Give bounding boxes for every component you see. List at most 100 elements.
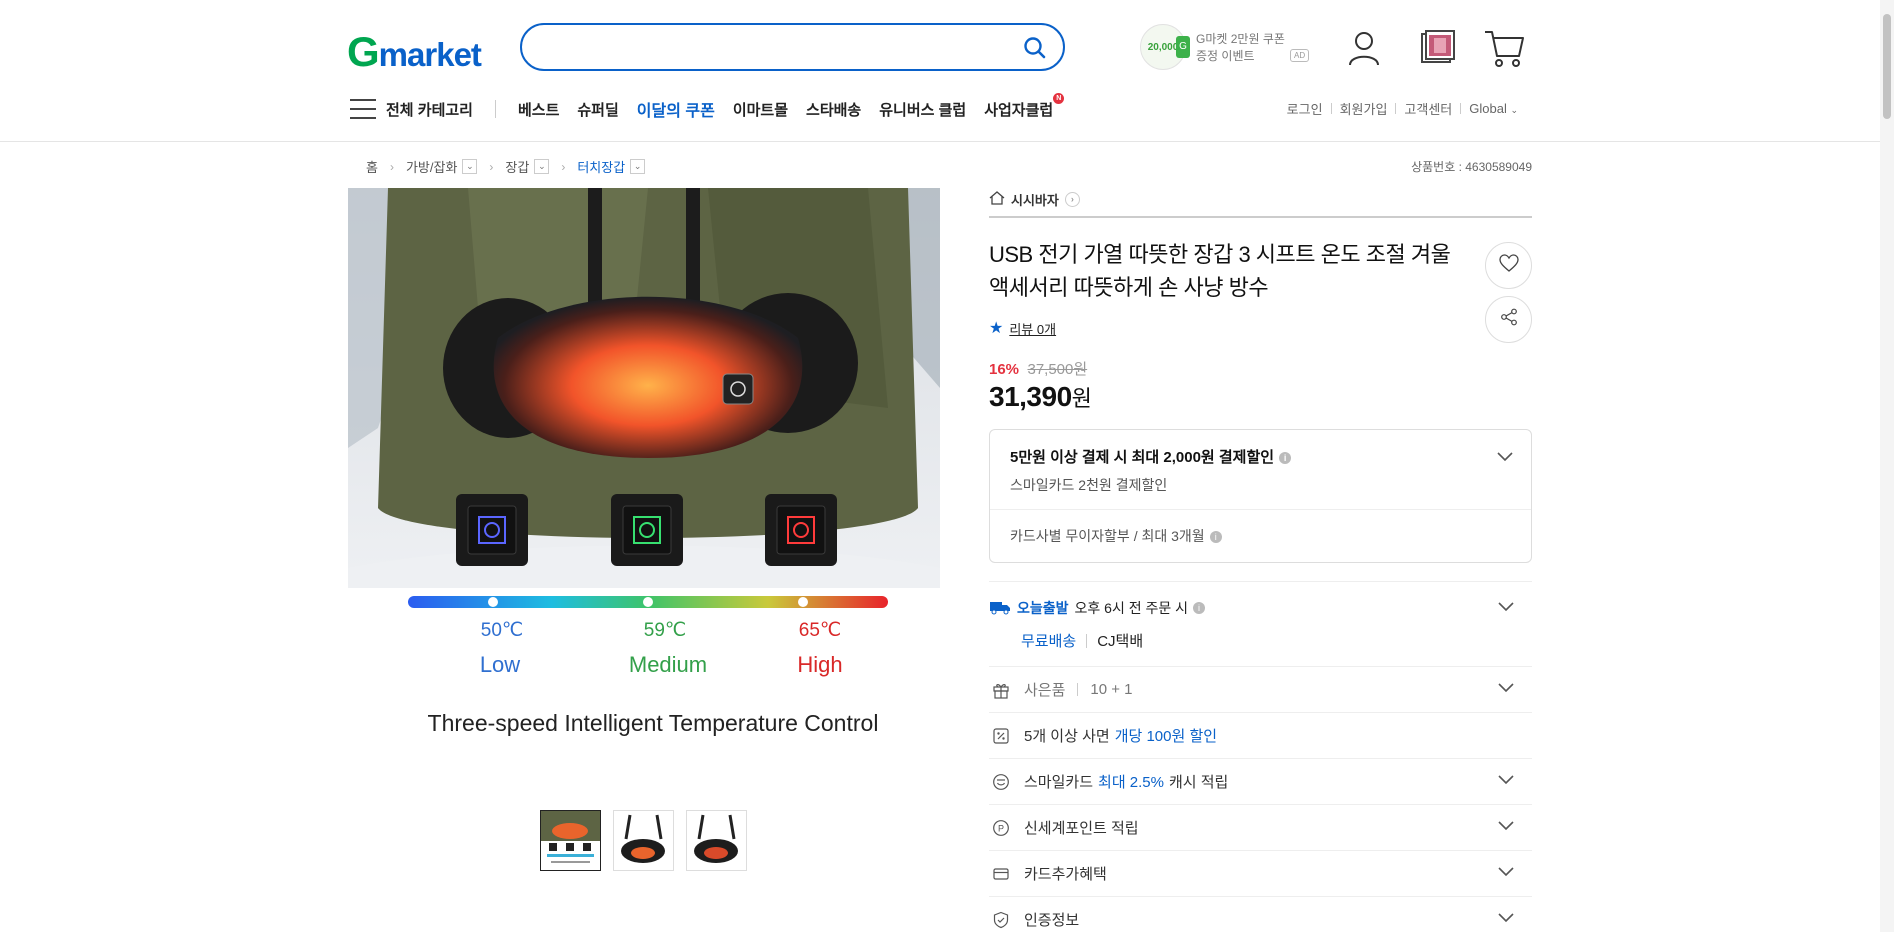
review-link[interactable]: 리뷰 0개 xyxy=(1009,319,1056,338)
nav-superdeal[interactable]: 슈퍼딜 xyxy=(577,99,618,120)
chevron-down-icon[interactable] xyxy=(1497,452,1513,466)
point-icon: P xyxy=(992,819,1010,837)
info-icon[interactable]: i xyxy=(1279,452,1292,464)
login-link[interactable]: 로그인 xyxy=(1287,99,1323,118)
promo-line2: 증정 이벤트 xyxy=(1196,49,1255,63)
chevron-right-icon: › xyxy=(561,159,566,174)
page-scrollbar[interactable] xyxy=(1880,0,1894,932)
sale-price: 31,390원 xyxy=(989,381,1532,413)
payment-discount-title: 5만원 이상 결제 시 최대 2,000원 결제할인 xyxy=(1010,449,1275,466)
signup-link[interactable]: 회원가입 xyxy=(1340,99,1388,118)
product-title: USB 전기 가열 따뜻한 장갑 3 시프트 온도 조절 겨울 액세서리 따뜻하… xyxy=(989,242,1451,300)
all-categories-link[interactable]: 전체 카테고리 xyxy=(386,99,473,120)
promo-line1: G마켓 2만원 쿠폰 xyxy=(1196,32,1285,46)
heart-icon xyxy=(1498,254,1519,277)
share-button[interactable] xyxy=(1485,296,1532,343)
cart-icon[interactable] xyxy=(1482,26,1526,70)
info-icon[interactable]: i xyxy=(1193,602,1206,614)
home-icon xyxy=(989,190,1005,208)
chevron-down-icon[interactable] xyxy=(1498,683,1514,697)
payment-discount-row[interactable]: 5만원 이상 결제 시 최대 2,000원 결제할인 i 스마일카드 2천원 결제… xyxy=(990,430,1531,510)
thumbnail-1[interactable] xyxy=(540,810,601,871)
global-link[interactable]: Global ⌄ xyxy=(1469,101,1518,116)
cutoff-text: 오후 6시 전 주문 시 xyxy=(1074,600,1189,616)
product-info-panel: 시시바자 › USB 전기 가열 따뜻한 장갑 3 시프트 온도 조절 겨울 액… xyxy=(989,188,1532,932)
low-power-button-icon xyxy=(456,494,528,566)
card-benefit-label: 카드추가혜택 xyxy=(1024,866,1107,883)
card-benefit-row[interactable]: 카드추가혜택 xyxy=(989,851,1532,897)
review-summary: ★ 리뷰 0개 xyxy=(989,318,1532,338)
nav-best[interactable]: 베스트 xyxy=(518,99,559,120)
smile-suffix: 캐시 적립 xyxy=(1168,774,1229,791)
thumbnail-2[interactable] xyxy=(613,810,674,871)
shipping-info: 오늘출발 오후 6시 전 주문 시 i 무료배송 CJ택배 xyxy=(989,581,1532,667)
category-dropdown-icon[interactable]: ⌄ xyxy=(462,159,478,174)
payment-discount-sub: 스마일카드 2천원 결제할인 xyxy=(1010,477,1168,493)
payment-benefit-box: 5만원 이상 결제 시 최대 2,000원 결제할인 i 스마일카드 2천원 결제… xyxy=(989,429,1532,563)
gmarket-logo[interactable]: Gmarket xyxy=(347,28,482,76)
chevron-down-icon[interactable] xyxy=(1498,775,1514,789)
logo-g: G xyxy=(347,28,380,75)
shield-check-icon xyxy=(992,911,1010,929)
gift-label: 사은품 xyxy=(1024,682,1066,699)
chevron-down-icon: ⌄ xyxy=(1510,105,1518,115)
utility-links: 로그인 회원가입 고객센터 Global ⌄ xyxy=(1287,99,1518,118)
discount-tag-icon xyxy=(992,727,1010,745)
global-label: Global xyxy=(1469,101,1507,116)
hamburger-menu-icon[interactable] xyxy=(350,99,376,119)
thumbnail-3[interactable] xyxy=(686,810,747,871)
category-dropdown-icon[interactable]: ⌄ xyxy=(630,159,646,174)
smile-prefix: 스마일카드 xyxy=(1024,774,1094,791)
sale-price-value: 31,390 xyxy=(989,381,1072,412)
chevron-down-icon[interactable] xyxy=(1498,821,1514,835)
temp-low: 50℃ xyxy=(481,620,523,641)
benefit-rows: 사은품 10 + 1 5개 이상 사면 개당 100원 할인 스마일카드 최대 … xyxy=(989,667,1532,932)
certification-label: 인증정보 xyxy=(1024,912,1080,929)
installment-row: 카드사별 무이자할부 / 최대 3개월 i xyxy=(990,510,1531,562)
today-dispatch-label: 오늘출발 xyxy=(1017,600,1069,616)
product-main-image[interactable]: 50℃ 59℃ 65℃ Low Medium High Three-speed … xyxy=(348,188,940,780)
my-account-icon[interactable] xyxy=(1342,26,1386,70)
chevron-right-icon: › xyxy=(489,159,494,174)
recent-items-icon[interactable] xyxy=(1416,26,1460,70)
search-icon[interactable] xyxy=(1023,36,1047,60)
delivery-truck-icon xyxy=(989,599,1011,618)
nav-universe-club[interactable]: 유니버스 클럽 xyxy=(879,99,966,120)
shinsegae-point-row[interactable]: P 신세계포인트 적립 xyxy=(989,805,1532,851)
ad-badge: AD xyxy=(1290,49,1310,62)
wishlist-button[interactable] xyxy=(1485,242,1532,289)
product-number: 상품번호 : 4630589049 xyxy=(1411,160,1532,174)
nav-emart-mall[interactable]: 이마트몰 xyxy=(733,99,788,120)
coupon-promo-banner[interactable]: 20,000 G G마켓 2만원 쿠폰 증정 이벤트 AD xyxy=(1140,24,1310,70)
customer-center-link[interactable]: 고객센터 xyxy=(1404,99,1452,118)
installment-text: 카드사별 무이자할부 / 최대 3개월 xyxy=(1010,528,1205,544)
breadcrumb-category-3[interactable]: 터치장갑 xyxy=(577,157,625,176)
level-low: Low xyxy=(480,652,520,677)
price-box: 16% 37,500원 31,390원 xyxy=(989,358,1532,413)
image-caption: Three-speed Intelligent Temperature Cont… xyxy=(428,710,879,736)
thumbnail-list xyxy=(540,810,747,871)
nav-divider xyxy=(494,100,496,118)
breadcrumb-category-2[interactable]: 장갑 xyxy=(505,157,529,176)
chevron-right-icon: › xyxy=(1064,191,1080,207)
chevron-down-icon[interactable] xyxy=(1498,867,1514,881)
product-photo: 50℃ 59℃ 65℃ Low Medium High Three-speed … xyxy=(348,188,940,780)
search-input[interactable] xyxy=(542,37,1002,59)
breadcrumb-home[interactable]: 홈 xyxy=(366,157,378,176)
gift-row[interactable]: 사은품 10 + 1 xyxy=(989,667,1532,713)
scrollbar-thumb[interactable] xyxy=(1883,14,1891,119)
credit-card-icon xyxy=(992,865,1010,883)
chevron-right-icon: › xyxy=(389,159,394,174)
category-dropdown-icon[interactable]: ⌄ xyxy=(534,159,550,174)
nav-monthly-coupon[interactable]: 이달의 쿠폰 xyxy=(637,97,715,121)
shop-link[interactable]: 시시바자 › xyxy=(989,188,1532,218)
nav-star-delivery[interactable]: 스타배송 xyxy=(806,99,861,120)
info-icon[interactable]: i xyxy=(1209,531,1222,543)
breadcrumb-category-1[interactable]: 가방/잡화 xyxy=(406,157,457,176)
chevron-down-icon[interactable] xyxy=(1498,913,1514,927)
nav-business-club[interactable]: 사업자클럽 N xyxy=(984,92,1065,120)
smilecard-row[interactable]: 스마일카드 최대 2.5% 캐시 적립 xyxy=(989,759,1532,805)
chevron-down-icon[interactable] xyxy=(1498,602,1514,616)
share-icon xyxy=(1500,308,1518,331)
certification-row[interactable]: 인증정보 xyxy=(989,897,1532,932)
